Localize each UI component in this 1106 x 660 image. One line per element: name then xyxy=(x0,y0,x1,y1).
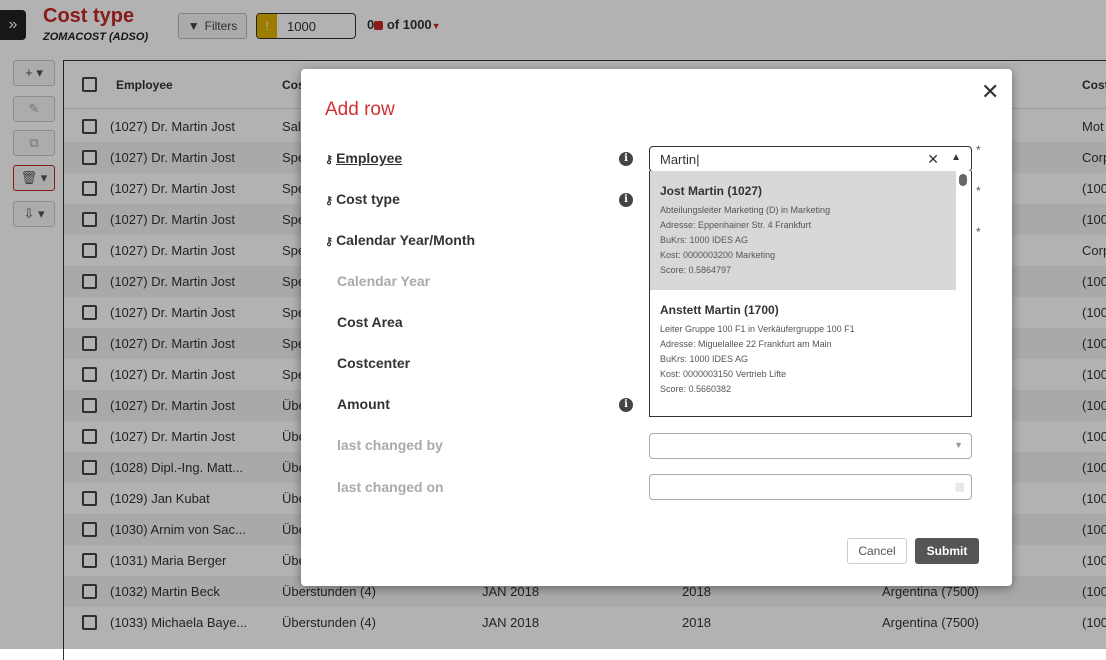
label-last-changed-by: last changed by xyxy=(337,437,443,453)
scrollbar-thumb[interactable] xyxy=(959,174,967,186)
label-text: Employee xyxy=(336,150,403,166)
employee-option[interactable]: Jost Martin (1027) Abteilungsleiter Marke… xyxy=(650,171,957,290)
required-mark: * xyxy=(976,225,981,239)
label-text: Cost type xyxy=(336,191,400,207)
option-detail: Adresse: Miguelallee 22 Frankfurt am Mai… xyxy=(660,339,832,349)
cancel-button[interactable]: Cancel xyxy=(847,538,907,564)
label-calendar-year-month: ⚷ Calendar Year/Month xyxy=(325,232,475,248)
option-detail: Adresse: Eppenhainer Str. 4 Frankfurt xyxy=(660,220,812,230)
option-detail: Kost: 0000003200 Marketing xyxy=(660,250,776,260)
scrollbar[interactable] xyxy=(956,171,971,416)
option-detail: Abteilungsleiter Marketing (D) in Market… xyxy=(660,205,831,215)
option-name: Jost Martin (1027) xyxy=(660,184,763,198)
last-changed-by-select[interactable]: ▼ xyxy=(649,433,972,459)
close-icon[interactable]: ✕ xyxy=(981,79,999,105)
label-text: Calendar Year xyxy=(337,273,431,289)
label-calendar-year: Calendar Year xyxy=(337,273,430,289)
employee-dropdown: Jost Martin (1027) Abteilungsleiter Marke… xyxy=(649,171,972,417)
option-detail: BuKrs: 1000 IDES AG xyxy=(660,235,749,245)
calendar-icon: ▦ xyxy=(954,481,965,493)
key-icon: ⚷ xyxy=(325,154,334,166)
label-text: last changed on xyxy=(337,479,444,495)
submit-button[interactable]: Submit xyxy=(915,538,979,564)
caret-down-icon: ▼ xyxy=(954,440,963,450)
caret-up-icon[interactable]: ▲ xyxy=(951,152,961,163)
label-text: last changed by xyxy=(337,437,443,453)
label-costcenter: Costcenter xyxy=(337,355,410,371)
label-text: Cost Area xyxy=(337,314,403,330)
label-text: Amount xyxy=(337,396,390,412)
option-detail: BuKrs: 1000 IDES AG xyxy=(660,354,749,364)
info-icon[interactable]: i xyxy=(619,152,633,166)
dialog-title: Add row xyxy=(325,99,395,120)
option-detail: Score: 0.5864797 xyxy=(660,265,732,275)
option-name: Anstett Martin (1700) xyxy=(660,303,779,317)
label-cost-area: Cost Area xyxy=(337,314,403,330)
option-detail: Kost: 0000003150 Vertrieb Lifte xyxy=(660,369,787,379)
clear-icon[interactable]: ✕ xyxy=(927,151,939,168)
key-icon: ⚷ xyxy=(325,236,334,248)
option-detail: Score: 0.5660382 xyxy=(660,384,732,394)
info-icon[interactable]: i xyxy=(619,398,633,412)
employee-input[interactable]: Martin| ✕ ▲ xyxy=(649,146,972,172)
employee-option[interactable]: Anstett Martin (1700) Leiter Gruppe 100 F… xyxy=(650,290,957,409)
employee-input-value: Martin xyxy=(660,152,697,167)
required-mark: * xyxy=(976,143,981,157)
add-row-dialog: Add row ✕ ⚷ Employee i * ⚷ Cost type i * ⚷ Calend… xyxy=(301,69,1012,586)
option-detail: Leiter Gruppe 100 F1 in Verkäufergruppe … xyxy=(660,324,855,334)
info-icon[interactable]: i xyxy=(619,193,633,207)
label-employee: ⚷ Employee xyxy=(325,150,402,166)
label-cost-type: ⚷ Cost type xyxy=(325,191,400,207)
label-amount: Amount xyxy=(337,396,390,412)
last-changed-on-date[interactable]: ▦ xyxy=(649,474,972,500)
label-text: Costcenter xyxy=(337,355,411,371)
label-text: Calendar Year/Month xyxy=(336,232,476,248)
required-mark: * xyxy=(976,184,981,198)
label-last-changed-on: last changed on xyxy=(337,479,444,495)
key-icon: ⚷ xyxy=(325,195,334,207)
